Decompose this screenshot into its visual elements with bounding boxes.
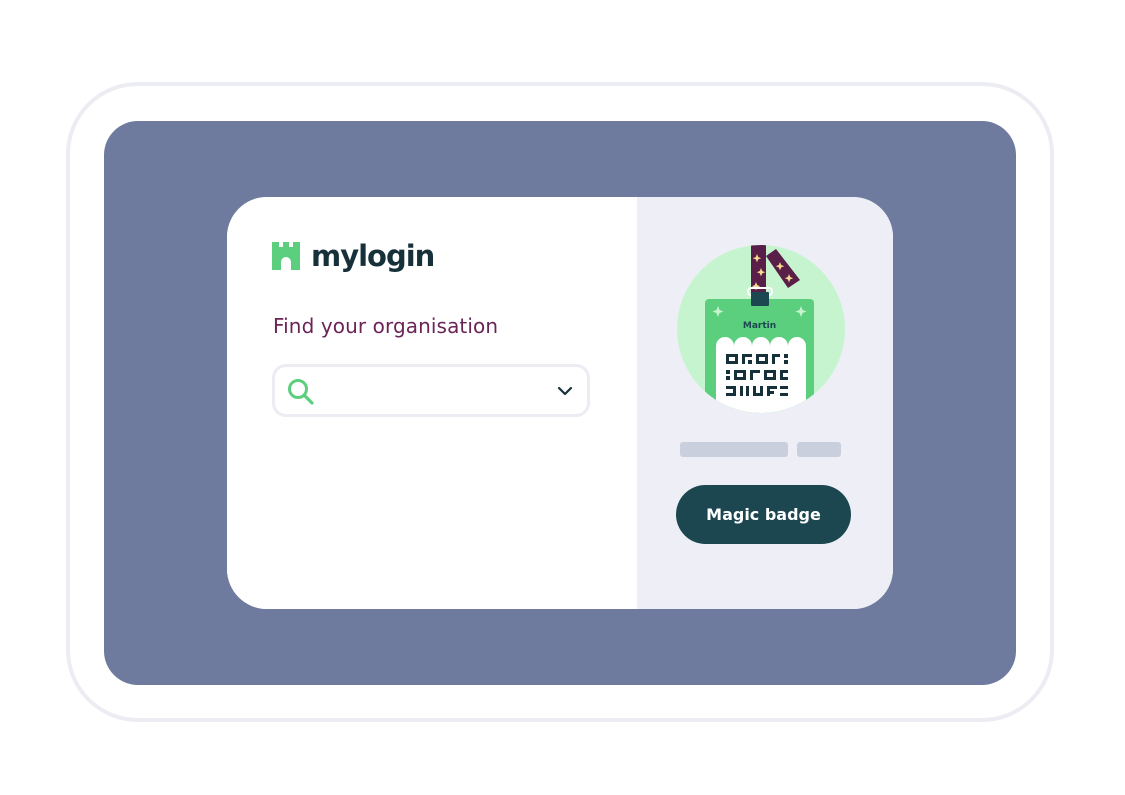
chevron-down-icon[interactable] — [557, 385, 573, 397]
mylogin-logo: mylogin — [271, 238, 435, 273]
organisation-search-input[interactable] — [323, 377, 547, 407]
organisation-search-box[interactable] — [272, 364, 590, 417]
login-card: mylogin Find your organisation Martin Ma… — [227, 197, 893, 609]
magic-badge-panel: Martin Magic badge — [637, 197, 893, 609]
qr-code-area — [716, 337, 806, 413]
placeholder-text-line — [797, 442, 841, 457]
magic-badge-illustration: Martin — [677, 245, 845, 413]
badge-name: Martin — [743, 321, 776, 331]
logo-text: mylogin — [311, 238, 435, 273]
login-panel: mylogin Find your organisation — [227, 197, 637, 609]
search-icon — [288, 379, 314, 405]
find-organisation-heading: Find your organisation — [273, 314, 499, 338]
placeholder-text-line — [680, 442, 788, 457]
castle-icon — [272, 242, 300, 270]
badge-clip — [751, 292, 769, 306]
magic-badge-button[interactable]: Magic badge — [676, 485, 851, 544]
